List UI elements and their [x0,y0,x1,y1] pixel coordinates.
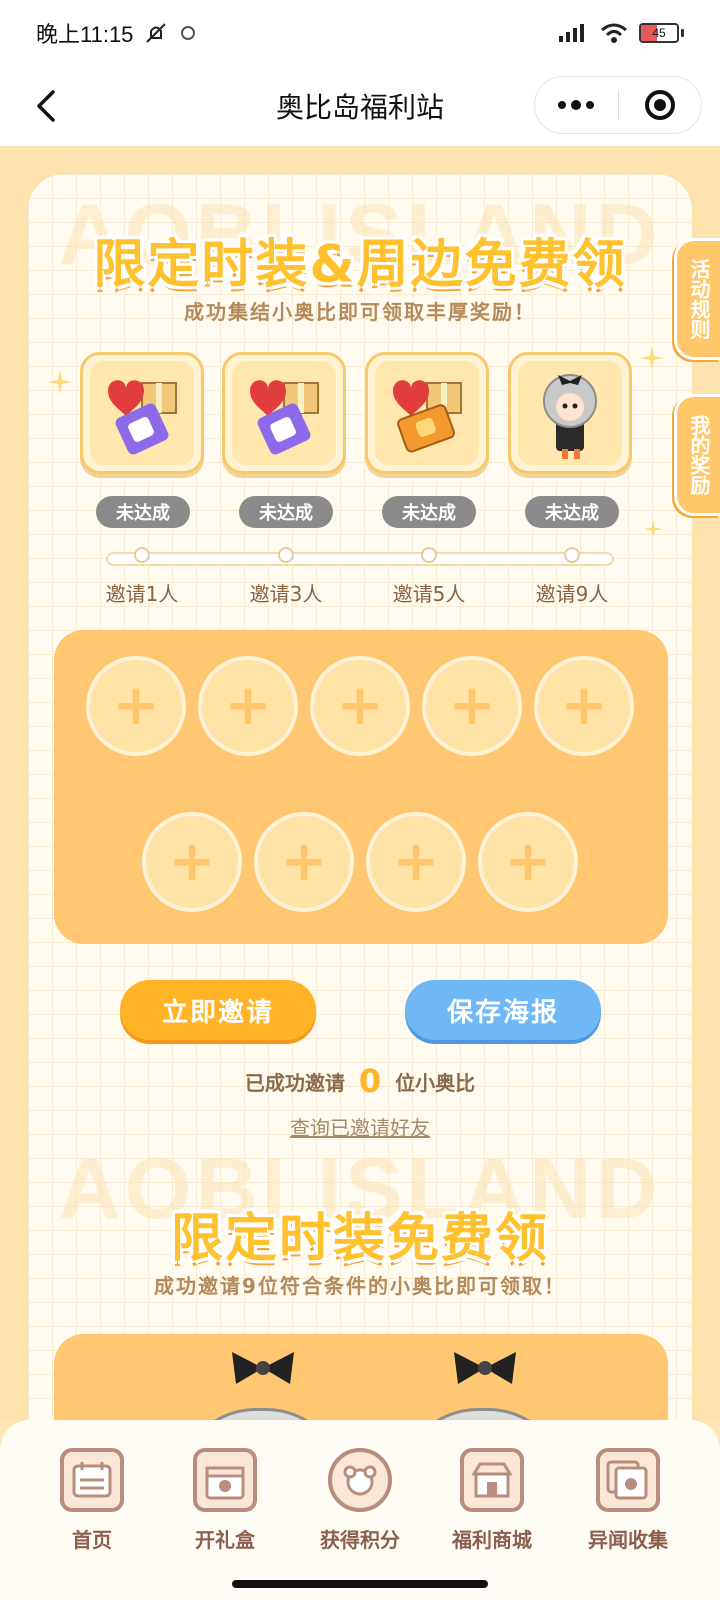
tab-label: 开礼盒 [195,1528,255,1552]
status-time: 晚上11:15 [36,22,134,47]
status-badge: 未达成 [382,496,476,528]
tab-collection[interactable]: 异闻收集 [556,1448,700,1553]
invite-milestone-label: 邀请1人 [105,582,179,606]
plus-icon: + [504,829,552,894]
my-rewards-label: 我的奖励 [687,415,711,495]
sparkle-icon [644,520,662,538]
gift-heart-badge-purple-icon [108,380,177,455]
battery-text: 45 [652,26,666,40]
tab-label: 异闻收集 [588,1528,668,1552]
bow-icon [454,1352,516,1384]
miniprogram-capsule [534,76,702,134]
plus-icon: + [112,673,160,738]
reward-item-3[interactable] [365,352,489,474]
section2-title: 限定时装免费领 [170,1209,549,1269]
avatar-costume-icon [543,374,597,459]
reward-item-4[interactable] [508,352,632,474]
invite-progress-track [106,552,614,566]
tab-open-gift[interactable]: 开礼盒 [153,1448,297,1553]
plus-icon: + [280,829,328,894]
invite-slot-4[interactable]: + [422,656,522,756]
status-right-icons: 45 [557,22,684,44]
invite-milestone-label: 邀请3人 [249,582,323,606]
tab-welfare-mall[interactable]: 福利商城 [420,1448,564,1553]
page-title: 奥比岛福利站 [275,91,444,124]
close-miniprogram-button[interactable] [619,76,702,134]
status-badge: 未达成 [239,496,333,528]
section1-subtitle: 成功集结小奥比即可领取丰厚奖励！ [184,300,536,324]
invited-count-line: 已成功邀请 0 位小奥比 [160,1062,560,1100]
wifi-icon [601,23,627,43]
chevron-left-icon [37,90,55,122]
status-bar: 晚上11:15 45 [0,0,720,66]
calendar-icon [60,1448,124,1512]
tab-earn-points[interactable]: 获得积分 [288,1448,432,1553]
battery-indicator: 45 [639,23,684,43]
mute-icon [146,23,167,43]
bow-icon [232,1352,294,1384]
plus-icon: + [448,673,496,738]
query-invited-friends-link[interactable]: 查询已邀请好友 [240,1112,480,1141]
nav-bar: 奥比岛福利站 [0,66,720,146]
invite-slot-3[interactable]: + [310,656,410,756]
more-dots-icon [558,100,595,110]
invite-slot-1[interactable]: + [86,656,186,756]
reward-item-2[interactable] [222,352,346,474]
progress-dot [421,547,437,563]
tab-label: 获得积分 [320,1528,400,1552]
bottom-tab-bar: 首页 开礼盒 获得积分 福利商城 异闻收集 [0,1420,720,1600]
plus-icon: + [560,673,608,738]
invite-slot-6[interactable]: + [142,812,242,912]
progress-dot [134,547,150,563]
section2-subtitle: 成功邀请9位符合条件的小奥比即可领取！ [154,1274,566,1298]
status-badge: 未达成 [96,496,190,528]
progress-dot [278,547,294,563]
activity-rules-label: 活动规则 [687,259,711,339]
plus-icon: + [224,673,272,738]
gift-box-icon [193,1448,257,1512]
invite-slot-9[interactable]: + [478,812,578,912]
battery-icon: 45 [639,23,679,43]
invite-milestone-label: 邀请9人 [535,582,609,606]
reward-item-1[interactable] [80,352,204,474]
tab-label: 福利商城 [452,1528,532,1552]
save-poster-button[interactable]: 保存海报 [405,980,601,1040]
battery-tip [681,29,684,37]
invite-now-button[interactable]: 立即邀请 [120,980,316,1040]
progress-dot [564,547,580,563]
plus-icon: + [336,673,384,738]
app-notification-icon [181,26,196,40]
invite-slot-2[interactable]: + [198,656,298,756]
plus-icon: + [168,829,216,894]
invited-prefix: 已成功邀请 [244,1070,345,1095]
tab-home[interactable]: 首页 [20,1448,164,1553]
invited-suffix: 位小奥比 [395,1070,476,1095]
sparkle-icon [48,370,72,394]
home-indicator[interactable] [232,1580,488,1588]
invite-milestone-label: 邀请5人 [392,582,466,606]
invite-slot-8[interactable]: + [366,812,466,912]
sparkle-icon [640,346,664,370]
invite-slot-5[interactable]: + [534,656,634,756]
signal-icon [559,24,584,42]
target-close-icon [644,90,675,120]
collection-icon [596,1448,660,1512]
more-button[interactable] [535,76,618,134]
tab-label: 首页 [72,1528,112,1552]
back-button[interactable] [24,84,68,128]
my-rewards-tab[interactable]: 我的奖励 [674,394,720,516]
section1-title: 限定时装&周边免费领 [93,235,627,295]
invite-slot-7[interactable]: + [254,812,354,912]
status-badge: 未达成 [525,496,619,528]
shop-icon [460,1448,524,1512]
activity-rules-tab[interactable]: 活动规则 [674,238,720,360]
bear-coin-icon [328,1448,392,1512]
plus-icon: + [392,829,440,894]
gift-heart-badge-purple-icon [250,380,319,455]
invited-count: 0 [358,1062,382,1100]
status-left-icons [143,20,197,46]
gift-heart-card-orange-icon [393,380,462,453]
